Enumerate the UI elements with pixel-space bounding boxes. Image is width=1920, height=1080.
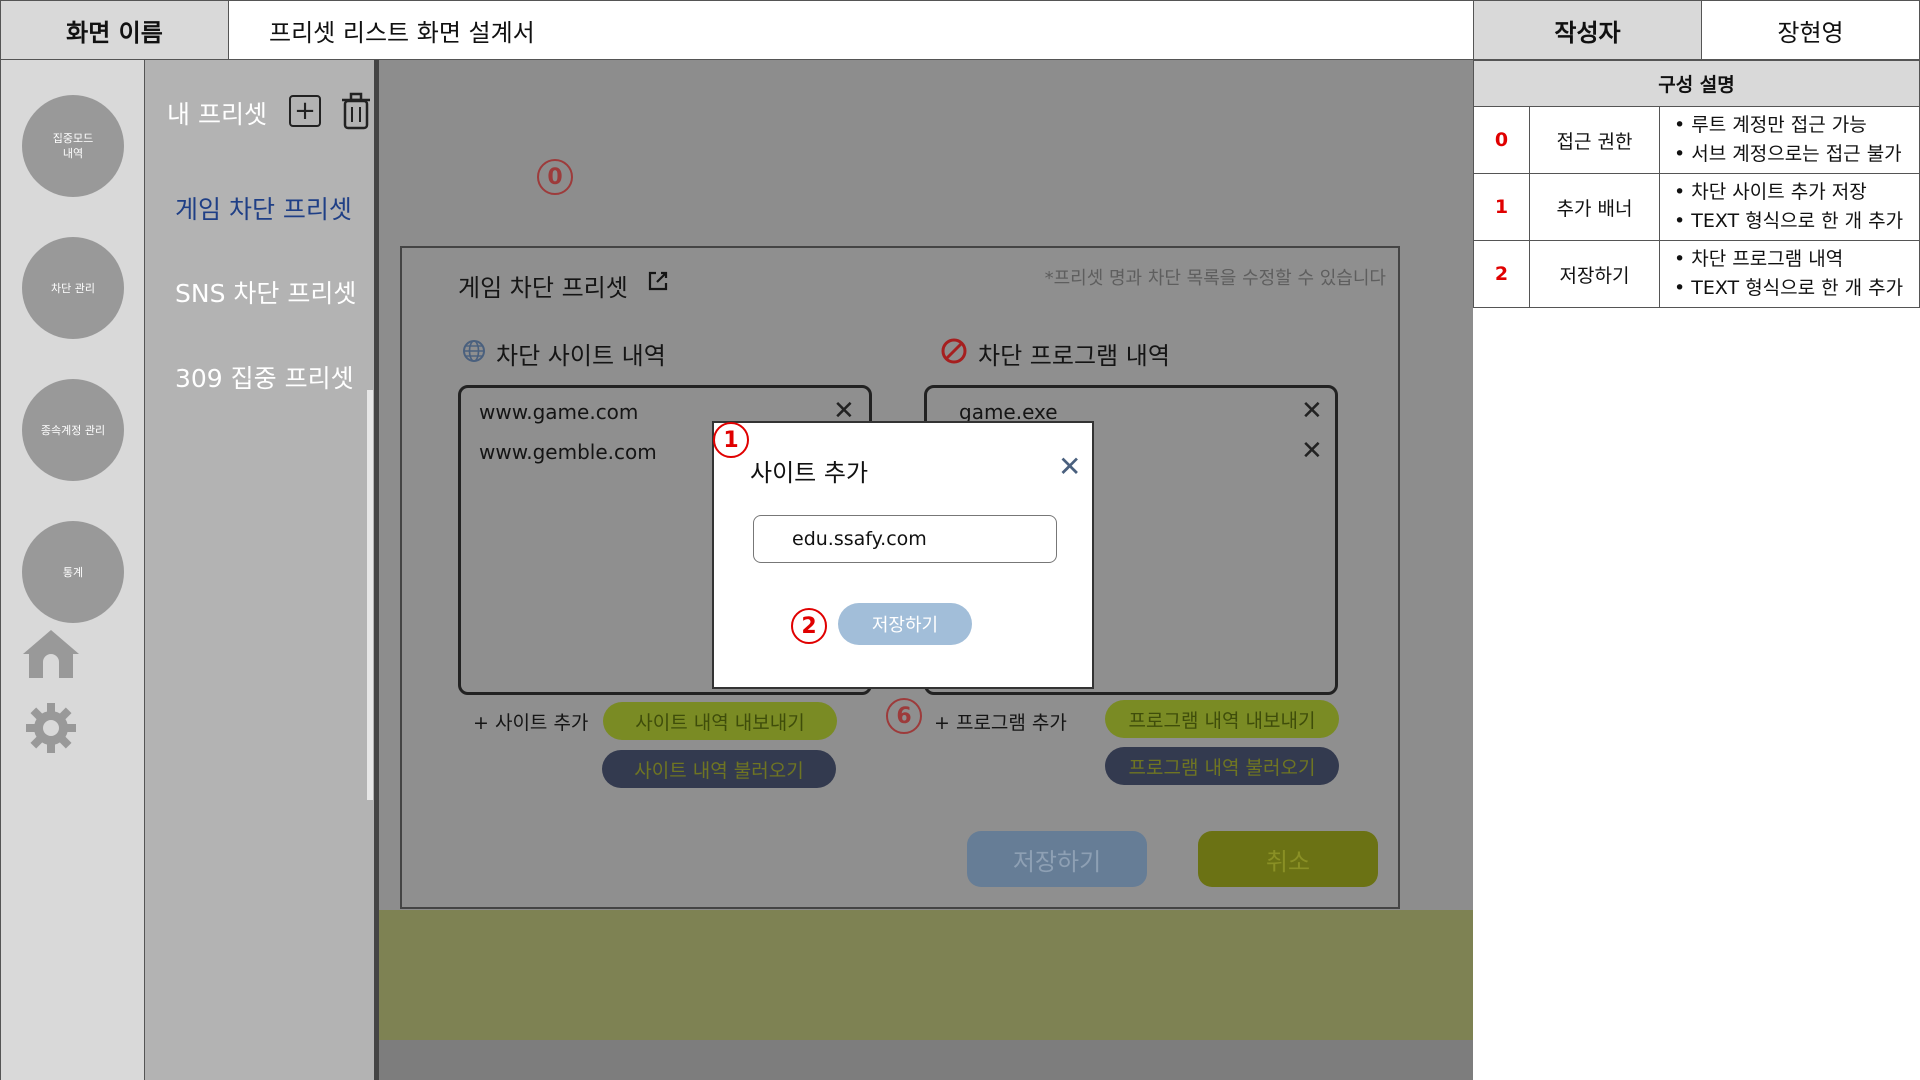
screen-title: 프리셋 리스트 화면 설계서 xyxy=(228,0,1474,60)
home-icon[interactable] xyxy=(21,628,81,684)
spec-bullet: • 루트 계정만 접근 가능 xyxy=(1674,114,1867,136)
modal-save-button[interactable]: 저장하기 xyxy=(838,603,972,645)
spec-row: 0 접근 권한 • 루트 계정만 접근 가능 • 서브 계정으로는 접근 불가 xyxy=(1473,106,1920,174)
add-site-link[interactable]: + 사이트 추가 xyxy=(473,708,588,735)
programs-section-label: 차단 프로그램 내역 xyxy=(978,342,1170,370)
close-icon[interactable]: ✕ xyxy=(1301,396,1323,426)
preset-panel-title: 내 프리셋 xyxy=(167,100,267,129)
preset-panel: 내 프리셋 + 게임 차단 프리셋 SNS 차단 프리셋 309 집중 프리셋 xyxy=(145,60,377,1080)
spec-bullet: • 서브 계정으로는 접근 불가 xyxy=(1674,143,1902,165)
screen-name-label: 화면 이름 xyxy=(0,0,229,60)
spec-row-desc: • 차단 프로그램 내역 • TEXT 형식으로 한 개 추가 xyxy=(1659,240,1920,308)
edit-icon[interactable] xyxy=(647,270,669,296)
export-sites-button[interactable]: 사이트 내역 내보내기 xyxy=(603,702,837,740)
site-url-input[interactable] xyxy=(753,515,1057,563)
close-icon[interactable]: ✕ xyxy=(1301,436,1323,466)
globe-icon xyxy=(462,339,486,369)
annotation-2: 2 xyxy=(791,608,827,644)
spec-bullet: • TEXT 형식으로 한 개 추가 xyxy=(1674,277,1904,299)
annotation-0: 0 xyxy=(537,159,573,195)
import-programs-button[interactable]: 프로그램 내역 불러오기 xyxy=(1105,747,1339,785)
rail-block-manage-button[interactable]: 차단 관리 xyxy=(22,237,124,339)
preset-item-309[interactable]: 309 집중 프리셋 xyxy=(175,359,354,395)
spec-bullet: • 차단 프로그램 내역 xyxy=(1674,248,1844,270)
site-add-modal: 사이트 추가 ✕ 저장하기 xyxy=(712,421,1094,689)
spec-row-name: 저장하기 xyxy=(1529,240,1660,308)
annotation-6: 6 xyxy=(886,698,922,734)
add-program-link[interactable]: + 프로그램 추가 xyxy=(934,708,1067,735)
preset-item-game[interactable]: 게임 차단 프리셋 xyxy=(175,190,352,226)
modal-title: 사이트 추가 xyxy=(750,459,869,487)
spec-row-num: 0 xyxy=(1473,106,1530,174)
annotation-1: 1 xyxy=(713,422,749,458)
trash-icon[interactable] xyxy=(341,92,371,134)
rail-sub-account-button[interactable]: 종속계정 관리 xyxy=(22,379,124,481)
spec-row-num: 2 xyxy=(1473,240,1530,308)
programs-section-title: 차단 프로그램 내역 xyxy=(940,336,1170,371)
editor-save-button[interactable]: 저장하기 xyxy=(967,831,1147,887)
spec-table: 구성 설명 0 접근 권한 • 루트 계정만 접근 가능 • 서브 계정으로는 … xyxy=(1473,60,1920,308)
editor-hint: *프리셋 명과 차단 목록을 수정할 수 있습니다 xyxy=(1044,268,1386,289)
background-bottom-strip xyxy=(379,1040,1473,1080)
spec-bullet: • TEXT 형식으로 한 개 추가 xyxy=(1674,210,1904,232)
editor-title: 게임 차단 프리셋 xyxy=(458,274,628,302)
spec-row-num: 1 xyxy=(1473,173,1530,241)
spec-header: 구성 설명 xyxy=(1473,60,1920,107)
author-label: 작성자 xyxy=(1473,0,1702,60)
spec-row-desc: • 루트 계정만 접근 가능 • 서브 계정으로는 접근 불가 xyxy=(1659,106,1920,174)
site-item: www.game.com xyxy=(479,400,639,424)
rail-stats-button[interactable]: 통계 xyxy=(22,521,124,623)
no-entry-icon xyxy=(940,337,968,371)
plus-icon: + xyxy=(294,96,316,126)
export-programs-button[interactable]: 프로그램 내역 내보내기 xyxy=(1105,700,1339,738)
gear-icon[interactable] xyxy=(25,702,77,758)
rail-focus-history-button[interactable]: 집중모드 내역 xyxy=(22,95,124,197)
author-name: 장현영 xyxy=(1701,0,1920,60)
preset-scrollbar[interactable] xyxy=(367,390,373,800)
site-item: www.gemble.com xyxy=(479,440,657,464)
spec-row-desc: • 차단 사이트 추가 저장 • TEXT 형식으로 한 개 추가 xyxy=(1659,173,1920,241)
editor-cancel-button[interactable]: 취소 xyxy=(1198,831,1378,887)
sites-section-label: 차단 사이트 내역 xyxy=(496,342,666,370)
spec-row-name: 접근 권한 xyxy=(1529,106,1660,174)
sites-section-title: 차단 사이트 내역 xyxy=(462,336,666,371)
spec-bullet: • 차단 사이트 추가 저장 xyxy=(1674,181,1867,203)
import-sites-button[interactable]: 사이트 내역 불러오기 xyxy=(602,750,836,788)
spec-row: 1 추가 배너 • 차단 사이트 추가 저장 • TEXT 형식으로 한 개 추… xyxy=(1473,173,1920,241)
spec-row-name: 추가 배너 xyxy=(1529,173,1660,241)
left-rail: 집중모드 내역 차단 관리 종속계정 관리 통계 xyxy=(0,60,145,1080)
spec-row: 2 저장하기 • 차단 프로그램 내역 • TEXT 형식으로 한 개 추가 xyxy=(1473,240,1920,308)
preset-item-sns[interactable]: SNS 차단 프리셋 xyxy=(175,274,356,310)
close-icon[interactable]: ✕ xyxy=(1058,453,1081,481)
add-preset-button[interactable]: + xyxy=(289,95,321,127)
